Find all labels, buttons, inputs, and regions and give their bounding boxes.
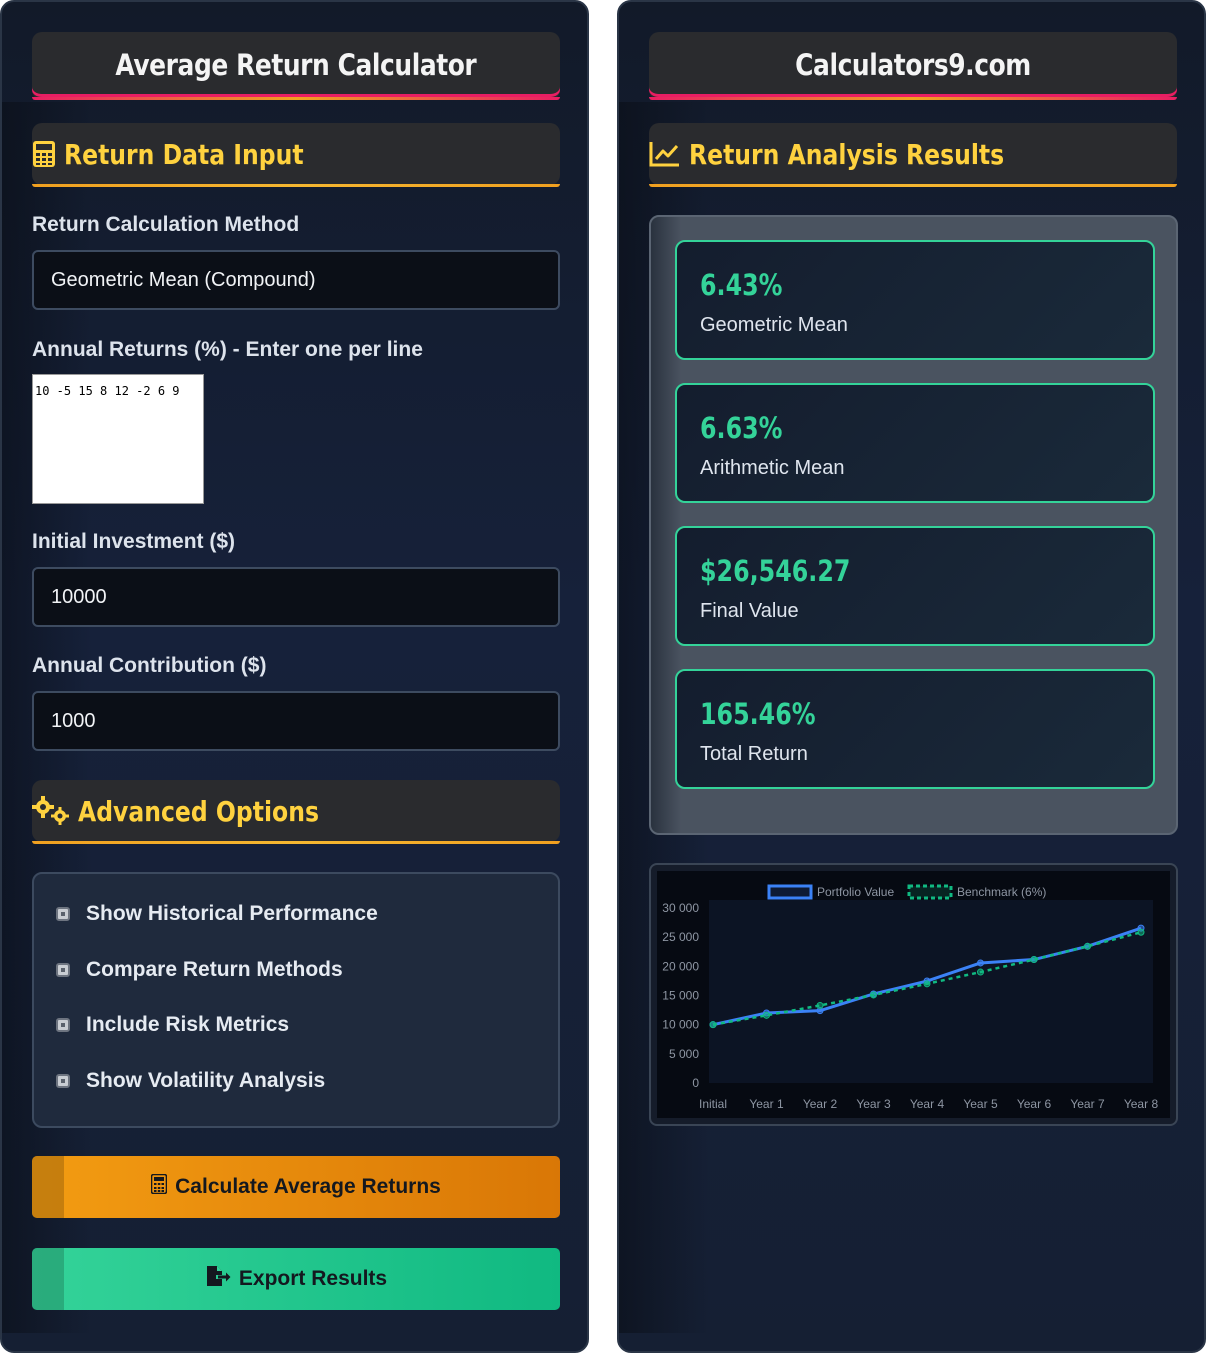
initial-investment-input[interactable]: 10000 <box>32 567 560 627</box>
final-value-card: $26,546.27 Final Value <box>675 526 1155 646</box>
option-historical-performance[interactable]: Show Historical Performance <box>56 902 378 926</box>
benchmark-point <box>1137 928 1145 936</box>
x-tick-label: Year 5 <box>963 1097 998 1111</box>
option-risk-metrics[interactable]: Include Risk Metrics <box>56 1013 289 1037</box>
benchmark-point <box>870 991 877 999</box>
card-value: 165.46% <box>700 697 816 731</box>
checkbox[interactable] <box>56 963 70 977</box>
card-value: 6.63% <box>700 411 783 445</box>
x-tick-label: Year 6 <box>1017 1097 1052 1111</box>
section-title: Advanced Options <box>78 794 319 828</box>
option-label: Include Risk Metrics <box>86 1013 290 1036</box>
calculate-button[interactable]: Calculate Average Returns <box>32 1156 560 1218</box>
section-title: Return Analysis Results <box>689 137 1005 171</box>
x-tick-label: Year 7 <box>1070 1097 1105 1111</box>
checkbox[interactable] <box>56 1018 70 1032</box>
initial-investment-label: Initial Investment ($) <box>32 530 236 553</box>
card-value: 6.43% <box>700 268 783 302</box>
geometric-mean-card: 6.43% Geometric Mean <box>675 240 1155 360</box>
export-button[interactable]: Export Results <box>32 1248 560 1310</box>
y-tick-label: 30 000 <box>662 901 699 915</box>
benchmark-point <box>816 1001 824 1009</box>
x-tick-label: Year 3 <box>856 1097 891 1111</box>
y-tick-label: 15 000 <box>662 989 699 1003</box>
method-select-value: Geometric Mean (Compound) <box>51 268 316 291</box>
total-return-card: 165.46% Total Return <box>675 669 1155 789</box>
option-label: Show Volatility Analysis <box>86 1069 326 1092</box>
annual-contribution-value: 1000 <box>51 709 96 732</box>
plot-area <box>709 900 1153 1083</box>
return-data-input-header: Return Data Input <box>32 123 560 187</box>
calculator-panel: Average Return Calculator Return Data In… <box>0 0 589 1353</box>
calculator-title-bar: Average Return Calculator <box>32 32 560 100</box>
line-chart-icon <box>649 140 681 168</box>
card-label: Final Value <box>700 600 799 622</box>
method-label: Return Calculation Method <box>32 213 300 236</box>
x-tick-label: Year 8 <box>1124 1097 1159 1111</box>
arithmetic-mean-card: 6.63% Arithmetic Mean <box>675 383 1155 503</box>
checkbox[interactable] <box>56 1074 70 1088</box>
legend-swatch <box>907 884 953 900</box>
x-tick-label: Year 1 <box>749 1097 784 1111</box>
calculator-icon <box>150 1173 168 1200</box>
returns-textarea[interactable]: 10 -5 15 8 12 -2 6 9 <box>32 374 204 504</box>
section-title: Return Data Input <box>64 137 304 171</box>
calculate-button-label: Calculate Average Returns <box>175 1175 441 1198</box>
legend-swatch <box>767 884 813 900</box>
calculator-icon <box>32 140 56 168</box>
site-title: Calculators9.com <box>795 47 1031 82</box>
file-export-icon <box>205 1265 231 1293</box>
y-tick-label: 20 000 <box>662 959 699 973</box>
benchmark-point <box>763 1011 770 1019</box>
benchmark-point <box>1030 956 1038 964</box>
option-label: Show Historical Performance <box>86 902 378 925</box>
calculator-title: Average Return Calculator <box>115 47 477 82</box>
y-tick-label: 0 <box>692 1076 699 1090</box>
card-label: Geometric Mean <box>700 314 848 336</box>
option-volatility-analysis[interactable]: Show Volatility Analysis <box>56 1069 325 1093</box>
y-tick-label: 10 000 <box>662 1018 699 1032</box>
option-compare-methods[interactable]: Compare Return Methods <box>56 958 343 982</box>
card-label: Total Return <box>700 743 808 765</box>
x-tick-label: Year 2 <box>803 1097 838 1111</box>
y-tick-label: 25 000 <box>662 930 699 944</box>
y-tick-label: 5 000 <box>669 1047 699 1061</box>
x-tick-label: Initial <box>699 1097 727 1111</box>
x-tick-label: Year 4 <box>910 1097 945 1111</box>
portfolio-point <box>977 959 984 967</box>
initial-investment-value: 10000 <box>51 585 107 608</box>
benchmark-point <box>1084 942 1091 950</box>
chart-svg: 0 5 000 10 000 15 000 20 000 25 000 30 000 Init… <box>657 871 1170 1118</box>
method-select[interactable]: Geometric Mean (Compound) <box>32 250 560 310</box>
checkbox[interactable] <box>56 907 70 921</box>
results-cards-container: 6.43% Geometric Mean 6.63% Arithmetic Me… <box>649 215 1178 835</box>
option-label: Compare Return Methods <box>86 958 343 981</box>
results-header: Return Analysis Results <box>649 123 1177 187</box>
annual-contribution-input[interactable]: 1000 <box>32 691 560 751</box>
benchmark-point <box>977 968 984 976</box>
benchmark-point <box>923 980 931 988</box>
site-title-bar: Calculators9.com <box>649 32 1177 100</box>
legend-label: Benchmark (6%) <box>957 885 1046 899</box>
legend-label: Portfolio Value <box>817 885 894 899</box>
benchmark-point <box>709 1021 717 1029</box>
advanced-options-header: Advanced Options <box>32 780 560 844</box>
advanced-options-list: Show Historical Performance Compare Retu… <box>32 872 560 1128</box>
export-button-label: Export Results <box>238 1267 388 1290</box>
portfolio-chart: 0 5 000 10 000 15 000 20 000 25 000 30 000 Init… <box>649 863 1178 1126</box>
results-panel: Calculators9.com Return Analysis Results… <box>617 0 1206 1353</box>
gears-icon <box>32 796 70 826</box>
returns-label: Annual Returns (%) - Enter one per line <box>32 338 423 361</box>
annual-contribution-label: Annual Contribution ($) <box>32 654 267 677</box>
card-value: $26,546.27 <box>700 554 851 588</box>
card-label: Arithmetic Mean <box>700 457 845 479</box>
